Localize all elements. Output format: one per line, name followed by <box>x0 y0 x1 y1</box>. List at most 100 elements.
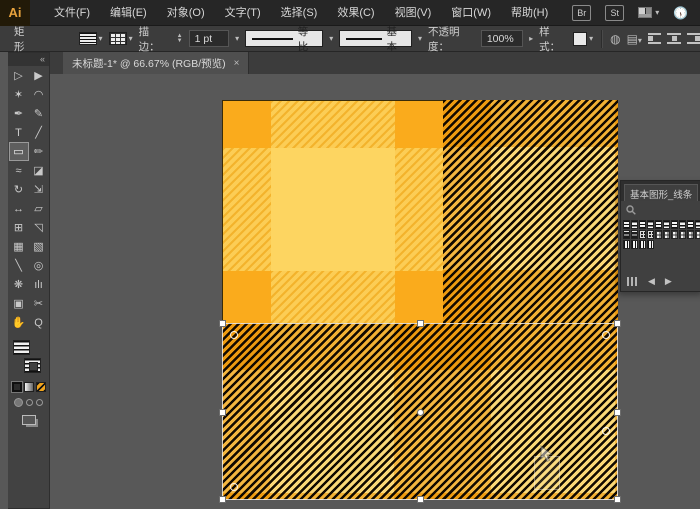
stroke-indicator[interactable] <box>24 358 41 373</box>
menu-item[interactable]: 文字(T) <box>215 0 271 26</box>
paintbrush-tool[interactable]: ✏ <box>29 142 49 161</box>
pattern-swatch-chk[interactable] <box>671 230 678 239</box>
width-tool[interactable]: ↔ <box>9 199 29 218</box>
menu-item[interactable]: 效果(C) <box>327 0 384 26</box>
artboard-tool[interactable]: ▣ <box>9 294 29 313</box>
chevron-down-icon[interactable]: ▾ <box>329 34 333 43</box>
cs-live-icon[interactable]: 🕠 <box>673 6 688 20</box>
menu-item[interactable]: 窗口(W) <box>441 0 501 26</box>
curvature-tool[interactable]: ✎ <box>29 104 49 123</box>
align-center-icon[interactable] <box>667 33 681 44</box>
chevron-right-icon[interactable]: ▸ <box>529 34 533 43</box>
eraser-tool[interactable]: ◪ <box>29 161 49 180</box>
shape-builder-tool[interactable]: ⊞ <box>9 218 29 237</box>
hand-tool[interactable]: ✋ <box>9 313 29 332</box>
striped-rectangle-top[interactable] <box>443 100 618 323</box>
pattern-swatch-hl-fine[interactable] <box>623 220 630 229</box>
pattern-swatch-chk[interactable] <box>687 230 694 239</box>
magic-wand-tool[interactable]: ✶ <box>9 85 29 104</box>
pattern-swatch-vl[interactable] <box>631 240 638 249</box>
screen-mode-icon[interactable] <box>21 415 36 425</box>
pattern-swatch-vl[interactable] <box>623 240 630 249</box>
pattern-swatch-dk-h[interactable] <box>623 230 630 239</box>
zoom-tool[interactable]: Q <box>29 313 49 332</box>
perspective-grid-tool[interactable]: ◹ <box>29 218 49 237</box>
direct-selection-tool[interactable]: ▷ <box>9 66 29 85</box>
document-tab[interactable]: 未标题-1* @ 66.67% (RGB/预览) × <box>63 52 250 74</box>
search-row[interactable] <box>621 201 700 218</box>
symbol-sprayer-tool[interactable]: ❋ <box>9 275 29 294</box>
blend-tool[interactable]: ◎ <box>29 256 49 275</box>
close-icon[interactable]: × <box>234 58 240 69</box>
pattern-swatch-hl-fine[interactable] <box>655 220 662 229</box>
color-button[interactable] <box>10 381 23 393</box>
pattern-swatch-hl-med[interactable] <box>679 220 686 229</box>
pattern-swatch-chk[interactable] <box>663 230 670 239</box>
pattern-swatch-hl-med[interactable] <box>631 220 638 229</box>
workspace-switcher[interactable]: ▾ <box>638 7 659 18</box>
gradient-tool[interactable]: ▧ <box>29 237 49 256</box>
gradient-button[interactable] <box>23 382 34 392</box>
draw-normal-icon[interactable] <box>14 398 23 407</box>
document-setup-icon[interactable]: ◍ <box>610 32 620 46</box>
draw-behind-icon[interactable] <box>26 399 33 406</box>
bridge-button[interactable]: Br <box>572 4 592 21</box>
fill-pattern-dropdown[interactable]: ▾ <box>78 32 103 45</box>
slice-tool[interactable]: ✂ <box>29 294 49 313</box>
library-menu-icon[interactable] <box>627 276 638 286</box>
rectangle-tool[interactable]: ▭ <box>8 142 29 161</box>
lasso-tool[interactable]: ◠ <box>29 85 49 104</box>
stroke-weight-stepper[interactable]: ▲ ▼ <box>177 33 183 44</box>
pattern-swatch-hl-fine[interactable] <box>687 220 694 229</box>
stock-button[interactable]: St <box>605 4 625 21</box>
menu-item[interactable]: 文件(F) <box>44 0 100 26</box>
scale-tool[interactable]: ⇲ <box>29 180 49 199</box>
panel-collapse-button[interactable]: « <box>8 53 49 66</box>
previous-library-icon[interactable]: ◀ <box>648 276 655 287</box>
brush-definition-dropdown[interactable]: 基本 <box>339 26 413 53</box>
width-profile-dropdown[interactable]: 等比 <box>245 26 324 53</box>
draw-inside-icon[interactable] <box>36 399 43 406</box>
pattern-swatch-hl-fine[interactable] <box>639 220 646 229</box>
pen-tool[interactable]: ✒ <box>9 104 29 123</box>
pattern-swatch-vl[interactable] <box>647 240 654 249</box>
align-right-icon[interactable] <box>686 33 700 44</box>
pattern-swatch-dk-chk[interactable] <box>647 230 654 239</box>
pattern-swatch-hl-fine[interactable] <box>671 220 678 229</box>
free-transform-tool[interactable]: ▱ <box>29 199 49 218</box>
pattern-swatch-dk-h[interactable] <box>631 230 638 239</box>
pattern-swatch-chk[interactable] <box>679 230 686 239</box>
menu-item[interactable]: 视图(V) <box>385 0 442 26</box>
style-dropdown[interactable]: ▾ <box>573 31 593 46</box>
panel-tab[interactable]: 基本图形_线条 <box>624 184 699 201</box>
pattern-swatch-vl[interactable] <box>639 240 646 249</box>
none-button[interactable] <box>35 382 46 392</box>
plaid-square[interactable] <box>222 100 444 324</box>
pattern-swatch-hl-med[interactable] <box>663 220 670 229</box>
fill-indicator[interactable] <box>13 340 30 355</box>
menu-item[interactable]: 对象(O) <box>157 0 215 26</box>
selection-tool[interactable]: ▶ <box>29 66 49 85</box>
menu-item[interactable]: 编辑(E) <box>100 0 157 26</box>
align-left-icon[interactable] <box>647 33 662 44</box>
type-tool[interactable]: T <box>9 123 29 142</box>
chevron-down-icon[interactable]: ▾ <box>418 34 422 43</box>
next-library-icon[interactable]: ▶ <box>665 276 672 287</box>
rotate-tool[interactable]: ↻ <box>9 180 29 199</box>
pattern-swatch-hl-med[interactable] <box>647 220 654 229</box>
pattern-swatch-hl-med[interactable] <box>695 220 700 229</box>
document-preferences-icon[interactable]: ▤▾ <box>627 32 642 46</box>
opacity-field[interactable]: 100% <box>480 30 524 47</box>
fill-stroke-indicator[interactable] <box>8 336 49 380</box>
stroke-pattern-dropdown[interactable]: ▾ <box>108 32 133 45</box>
pattern-swatch-chk[interactable] <box>695 230 700 239</box>
pattern-swatch-chk[interactable] <box>655 230 662 239</box>
menu-item[interactable]: 帮助(H) <box>501 0 558 26</box>
stroke-weight-field[interactable]: 1 pt <box>188 30 230 47</box>
line-segment-tool[interactable]: ╱ <box>29 123 49 142</box>
pencil-tool[interactable]: ≈ <box>9 161 29 180</box>
canvas-artwork[interactable] <box>219 100 621 503</box>
eyedropper-tool[interactable]: ╲ <box>9 256 29 275</box>
chevron-down-icon[interactable]: ▾ <box>235 34 239 43</box>
pattern-swatch-dk-chk[interactable] <box>639 230 646 239</box>
